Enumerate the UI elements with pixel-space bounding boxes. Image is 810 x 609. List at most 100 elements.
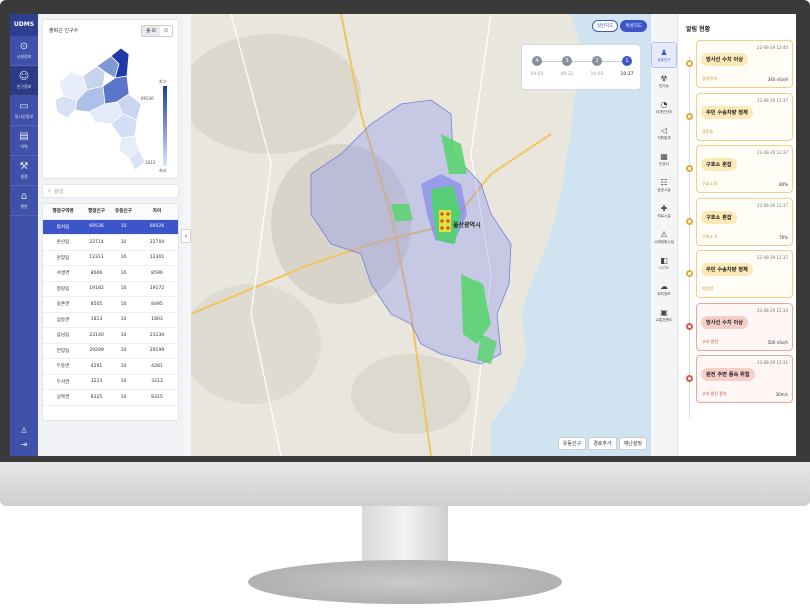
toggle-commute[interactable]: 출·퇴: [142, 26, 160, 36]
hotspot-core: [446, 226, 450, 230]
hotspot-core: [440, 219, 444, 223]
legend-gradient-bar: [163, 86, 167, 166]
col-header[interactable]: 행정구역명: [43, 208, 83, 214]
table-cell: 1813: [90, 317, 103, 323]
tool-button[interactable]: ☷ 공공시설: [651, 172, 677, 198]
nav-item[interactable]: ⌂ 챗봇: [10, 186, 38, 216]
col-header[interactable]: 유동인구: [110, 208, 137, 214]
tool-label: 이재민관리: [655, 109, 673, 114]
col-header[interactable]: 행정인구: [83, 208, 110, 214]
tool-label: 방사능: [659, 83, 669, 88]
alert-title: 방사선 수치 이상: [701, 53, 749, 66]
table-cell: 두서면: [56, 379, 70, 385]
timeline-step[interactable]: 4: [532, 56, 542, 66]
time-slider[interactable]: 4 09:03 3 09:32 2 10:03 1 10:37: [521, 44, 641, 90]
disaster-settings-button[interactable]: 재난설정: [618, 437, 647, 450]
alert-time: 22-08-29 12:37: [757, 150, 788, 155]
alert-card[interactable]: 22-08-29 12:37 구호소 혼잡 구호소 A 70%: [696, 197, 793, 246]
table-cell: 10: [120, 270, 127, 276]
table-row[interactable]: 두서면 3223 10 3213: [43, 375, 178, 390]
hospital-icon: ✚: [660, 203, 668, 213]
tool-button[interactable]: ◔ 이재민관리: [651, 94, 677, 120]
timeline-step[interactable]: 1: [622, 56, 632, 66]
layer-tools: ♟ 유동인구 ☢ 방사능 ◔ 이재민관리 ◁ 지휘통제 ▦ 관공서 ☷ 공공시설 ✚ 의료시설 ⚠ 시해위험시…: [651, 42, 677, 362]
monitor-stand-neck: [362, 506, 448, 566]
table-row[interactable]: 삼동면 1813 10 1803: [43, 313, 178, 328]
basemap-satellite-button[interactable]: 위성지도: [620, 20, 647, 32]
table-row[interactable]: 청량읍 19182 10 19172: [43, 282, 178, 297]
alert-location: 고리 원전: [702, 338, 718, 344]
tool-button[interactable]: ◧ CCTV: [651, 250, 677, 276]
tool-label: 위치정보: [657, 291, 671, 296]
alert-card[interactable]: 22-08-29 12:37 구호소 혼잡 구호소 B 80%: [696, 145, 793, 193]
nav-item-label: 시설정보: [16, 54, 32, 59]
logout-icon[interactable]: ⇥: [10, 438, 38, 452]
district-search[interactable]: ⌕ 검색: [42, 184, 179, 198]
basemap-normal-button[interactable]: 일반지도: [591, 20, 619, 32]
map-view[interactable]: 울산광역시 일반지도 위성지도 4 09:03 3 09:32 2 10:03 1 10:37…: [191, 14, 651, 456]
table-row[interactable]: 삼남읍 23140 10 23130: [43, 328, 178, 344]
alert-card[interactable]: 22-08-29 12:37 주민 수송차량 정체 경로등: [696, 92, 793, 141]
basemap-switch: 일반지도 위성지도: [591, 20, 647, 32]
nav-item[interactable]: ⚒ 설정: [10, 156, 38, 186]
nav-item[interactable]: ⊙ 시설정보: [10, 36, 38, 66]
alert-card[interactable]: 22-08-29 12:40 방사선 수치 이상 길지역 A 340 nSv/h: [696, 40, 793, 88]
timeline-track: [538, 61, 624, 62]
nav-item[interactable]: ☺ 인구정보: [10, 66, 38, 96]
table-cell: 19172: [149, 286, 165, 292]
panel-collapse-button[interactable]: ‹: [181, 229, 191, 243]
tool-button[interactable]: ⚠ 시해위험시설: [651, 224, 677, 250]
floating-population-button[interactable]: 유동인구: [557, 437, 587, 450]
alert-title: 구호소 혼잡: [701, 158, 737, 171]
district-table: 행정구역명 행정인구 유동인구 차이 범서읍 69536 10 69526 온산읍 227…: [42, 203, 179, 421]
tool-button[interactable]: ☢ 방사능: [651, 68, 677, 94]
table-cell: 상북면: [56, 395, 70, 401]
alert-dot: [686, 322, 693, 330]
table-row[interactable]: 온양읍 12311 10 12301: [43, 251, 178, 266]
col-header[interactable]: 차이: [137, 208, 177, 214]
alert-card[interactable]: 22-08-29 12:37 주민 수송차량 정체 지차량: [696, 250, 793, 298]
table-row[interactable]: 웅촌면 8505 10 8495: [43, 297, 178, 313]
alert-dot: [686, 60, 693, 67]
alert-timeline-rail: [689, 56, 690, 418]
table-row[interactable]: 온산읍 22714 10 22704: [43, 235, 178, 251]
add-route-button[interactable]: 경로추가: [588, 437, 617, 450]
alert-location: 경로등: [702, 128, 714, 134]
tool-button[interactable]: ▦ 관공서: [651, 146, 677, 172]
table-cell: 3213: [151, 379, 163, 385]
alert-title: 방사선 수치 이상: [701, 315, 749, 329]
tool-button[interactable]: ◁ 지휘통제: [651, 120, 677, 146]
table-cell: 29209: [89, 348, 104, 354]
table-row[interactable]: 두동면 4291 10 4281: [43, 359, 178, 375]
table-row[interactable]: 언양읍 29209 10 29199: [43, 344, 178, 359]
alert-location: 구호소 A: [702, 233, 718, 239]
hotspot-core: [440, 226, 444, 230]
alert-location: 길지역 A: [702, 76, 718, 81]
alert-panel: 알림 현황 22-08-29 12:40 방사선 수치 이상 길지역 A 340 nS…: [677, 14, 796, 456]
search-icon: ⌕: [48, 188, 51, 194]
alert-card[interactable]: 22-08-29 12:31 원전 주변 풍속 위험 고리 원전 풍속 30m/s: [696, 355, 793, 403]
tool-button[interactable]: ✚ 의료시설: [651, 198, 677, 224]
user-icon[interactable]: ♙: [10, 424, 38, 438]
table-cell: 4281: [151, 363, 163, 369]
table-cell: 8505: [90, 301, 103, 307]
timeline-time: 10:03: [590, 72, 604, 77]
population-title: 출퇴근 인구수: [49, 28, 79, 34]
table-row[interactable]: 범서읍 69536 10 69526: [43, 219, 178, 235]
toggle-each[interactable]: 각: [159, 26, 172, 36]
table-row[interactable]: 서생면 8606 10 8596: [43, 266, 178, 282]
table-cell: 23130: [149, 332, 165, 338]
nav-item[interactable]: ▤ 이력: [10, 126, 38, 156]
table-cell: 12311: [89, 255, 104, 261]
city-label: 울산광역시: [453, 222, 481, 229]
nav-item[interactable]: ▭ 실시간정보: [10, 96, 38, 126]
tool-button[interactable]: ▣ 교통흐름도: [651, 302, 677, 328]
timeline-step[interactable]: 2: [592, 56, 602, 66]
table-row[interactable]: 상북면 8325 10 8315: [43, 390, 178, 406]
tool-button[interactable]: ♟ 유동인구: [651, 42, 677, 68]
timeline-step[interactable]: 3: [562, 56, 572, 66]
alert-card[interactable]: 22-08-29 12:33 방사선 수치 이상 고리 원전 500 nSv/h: [696, 302, 793, 351]
tool-label: CCTV: [659, 266, 669, 270]
tool-button[interactable]: ☁ 위치정보: [651, 276, 677, 302]
people-icon: ♟: [660, 47, 668, 57]
